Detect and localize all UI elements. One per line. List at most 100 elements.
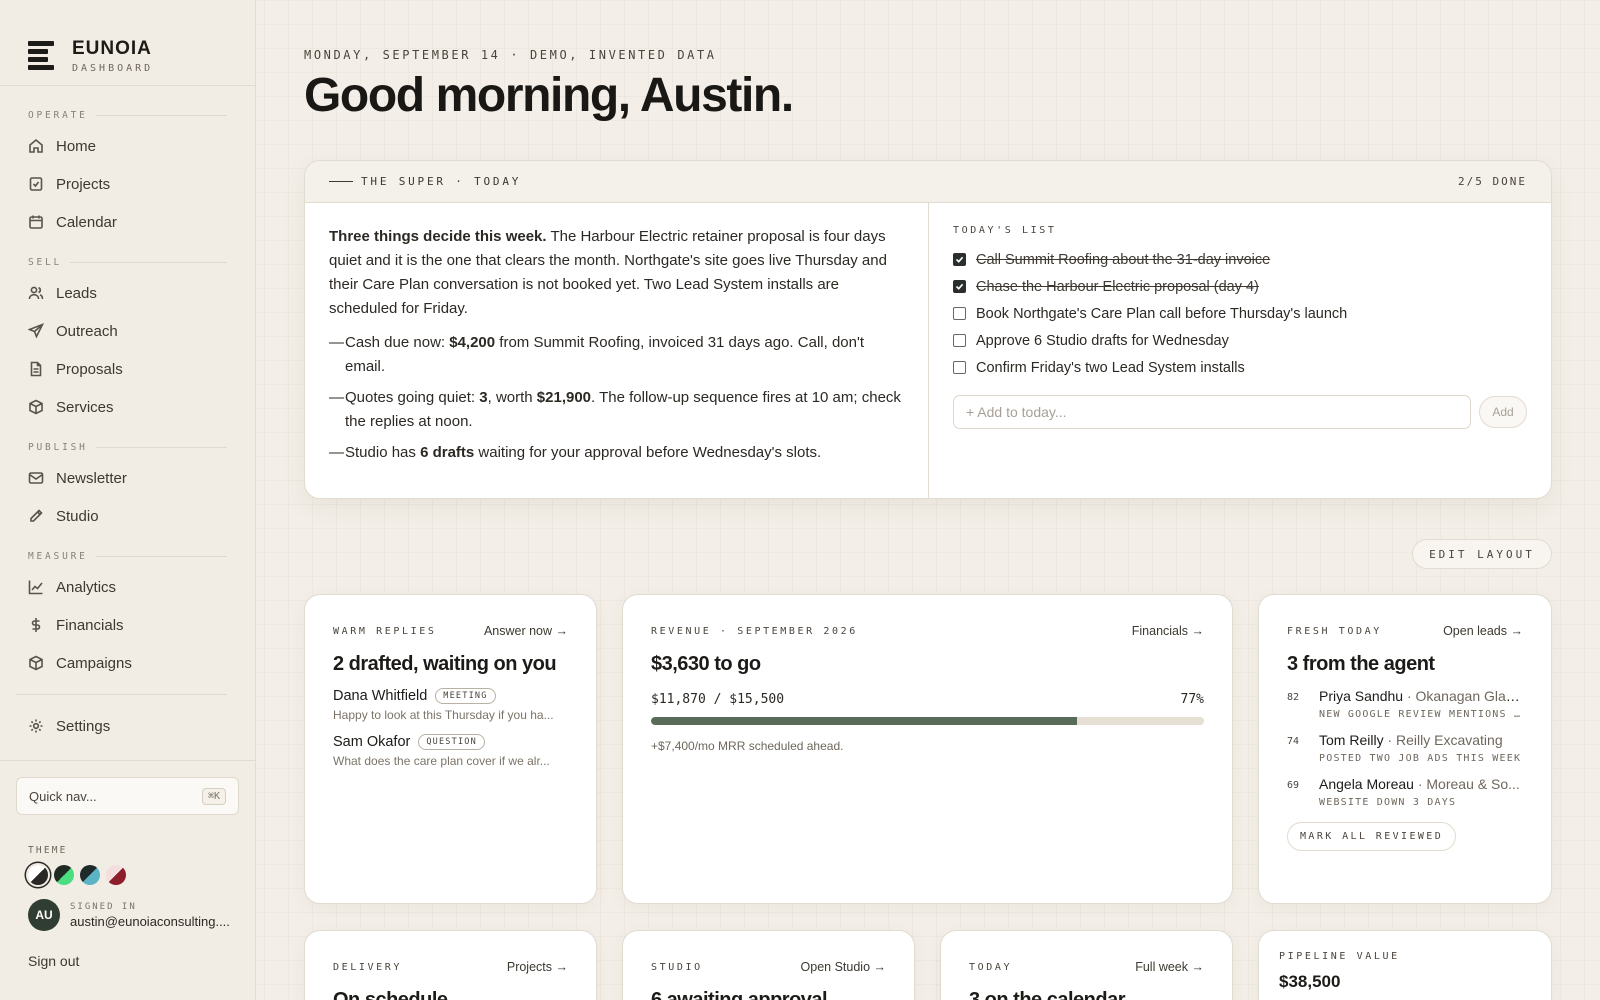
sidebar-item-label: Analytics [56, 578, 117, 596]
todo-item[interactable]: Call Summit Roofing about the 31-day inv… [953, 246, 1527, 273]
sidebar-item-label: Calendar [56, 213, 117, 231]
card-label: WARM REPLIES [333, 625, 437, 637]
card-label: TODAY [969, 961, 1013, 973]
card-label: DELIVERY [333, 961, 402, 973]
brand-name: EUNOIA [72, 37, 152, 59]
todo-text: Approve 6 Studio drafts for Wednesday [976, 332, 1229, 349]
page-title: Good morning, Austin. [304, 69, 794, 122]
briefing-lead: Three things decide this week. The Harbo… [329, 225, 904, 321]
todo-item[interactable]: Chase the Harbour Electric proposal (day… [953, 273, 1527, 300]
card-label: FRESH TODAY [1287, 625, 1382, 637]
reply-item[interactable]: Sam Okafor QUESTION What does the care pl… [333, 734, 568, 768]
sidebar-item-services[interactable]: Services [0, 388, 255, 426]
lead-item[interactable]: 74 Tom Reilly · Reilly Excavating POSTED… [1287, 732, 1523, 764]
theme-swatch-default[interactable] [28, 865, 48, 885]
theme-swatches [16, 865, 239, 885]
card-label: PIPELINE VALUE [1279, 951, 1400, 962]
checkbox[interactable] [953, 307, 966, 320]
answer-now-link[interactable]: Answer now → [484, 624, 568, 638]
reply-item[interactable]: Dana Whitfield MEETING Happy to look at t… [333, 688, 568, 722]
chart-icon [28, 580, 43, 595]
quick-nav-input[interactable]: Quick nav... ⌘K [16, 777, 239, 815]
checkbox-checked[interactable] [953, 280, 966, 293]
brand[interactable]: EUNOIA DASHBOARD [0, 0, 255, 86]
lead-name: Tom Reilly [1319, 732, 1384, 748]
mark-all-reviewed-button[interactable]: MARK ALL REVIEWED [1287, 822, 1457, 851]
lead-name: Priya Sandhu [1319, 688, 1404, 704]
sidebar-item-label: Campaigns [56, 654, 132, 672]
todo-item[interactable]: Book Northgate's Care Plan call before T… [953, 300, 1527, 327]
todo-text: Chase the Harbour Electric proposal (day… [976, 278, 1259, 295]
todo-item[interactable]: Confirm Friday's two Lead System install… [953, 354, 1527, 381]
sidebar-item-settings[interactable]: Settings [0, 707, 255, 745]
today-card: TODAY Full week → 3 on the calendar [940, 930, 1233, 1000]
theme-swatch-red[interactable] [106, 865, 126, 885]
brand-subtitle: DASHBOARD [72, 62, 154, 74]
lead-score: 74 [1287, 736, 1300, 747]
theme-swatch-green[interactable] [54, 865, 74, 885]
projects-link[interactable]: Projects → [507, 960, 568, 974]
lead-note: WEBSITE DOWN 3 DAYS [1319, 797, 1457, 808]
sidebar-item-label: Settings [56, 717, 111, 735]
dateline: MONDAY, SEPTEMBER 14 · DEMO, INVENTED DA… [304, 48, 717, 62]
theme-swatch-teal[interactable] [80, 865, 100, 885]
open-leads-link[interactable]: Open leads → [1443, 624, 1523, 638]
financials-link[interactable]: Financials → [1132, 624, 1204, 638]
user-profile[interactable]: AU SIGNED IN austin@eunoiaconsulting.... [28, 899, 239, 931]
briefing-lead-bold: Three things decide this week. [329, 228, 547, 245]
full-week-link[interactable]: Full week → [1135, 960, 1204, 974]
box-icon [29, 655, 43, 671]
sidebar-item-newsletter[interactable]: Newsletter [0, 459, 255, 497]
sidebar-item-financials[interactable]: Financials [0, 606, 255, 644]
edit-layout-button[interactable]: EDIT LAYOUT [1412, 539, 1552, 569]
briefing-bullet: — Quotes going quiet: 3, worth $21,900. T… [329, 389, 901, 430]
card-label: STUDIO [651, 961, 703, 973]
sidebar-item-label: Leads [56, 284, 97, 302]
pen-icon [30, 509, 43, 522]
revenue-amounts: $11,870 / $15,500 [651, 692, 785, 707]
lead-item[interactable]: 69 Angela Moreau · Moreau & So... WEBSIT… [1287, 776, 1523, 808]
theme-label: THEME [28, 845, 68, 856]
lead-score: 69 [1287, 780, 1300, 791]
sign-out-link[interactable]: Sign out [28, 953, 239, 969]
sidebar-item-projects[interactable]: Projects [0, 165, 255, 203]
sidebar-item-proposals[interactable]: Proposals [0, 350, 255, 388]
lead-company: · Reilly Excavating [1383, 732, 1503, 748]
sidebar-item-campaigns[interactable]: Campaigns [0, 644, 255, 682]
sidebar-item-analytics[interactable]: Analytics [0, 568, 255, 606]
checkbox-checked[interactable] [953, 253, 966, 266]
checklist-icon [29, 177, 43, 191]
open-studio-link[interactable]: Open Studio → [801, 960, 886, 974]
lead-item[interactable]: 82 Priya Sandhu · Okanagan Glas... NEW G… [1287, 688, 1523, 720]
quick-nav-placeholder: Quick nav... [29, 788, 97, 804]
reply-snippet: What does the care plan cover if we alr.… [333, 754, 550, 768]
sidebar-item-outreach[interactable]: Outreach [0, 312, 255, 350]
todo-item[interactable]: Approve 6 Studio drafts for Wednesday [953, 327, 1527, 354]
card-label: REVENUE · SEPTEMBER 2026 [651, 625, 858, 637]
sidebar-item-home[interactable]: Home [0, 127, 255, 165]
card-heading: 3 on the calendar [969, 989, 1126, 1000]
mail-icon [28, 472, 44, 484]
sidebar-item-calendar[interactable]: Calendar [0, 203, 255, 241]
sidebar-item-studio[interactable]: Studio [0, 497, 255, 535]
super-title-text: THE SUPER · TODAY [361, 175, 522, 188]
box-icon [29, 399, 43, 415]
reply-snippet: Happy to look at this Thursday if you ha… [333, 708, 554, 722]
sidebar-item-label: Studio [56, 507, 99, 525]
add-todo-button[interactable]: Add [1479, 396, 1527, 428]
reply-sender: Dana Whitfield [333, 688, 428, 704]
checkbox[interactable] [953, 361, 966, 374]
dollar-icon [31, 618, 41, 632]
reply-tag: MEETING [435, 688, 496, 704]
mrr-note: +$7,400/mo MRR scheduled ahead. [651, 739, 844, 753]
pipeline-value: $38,500 [1279, 972, 1341, 991]
revenue-amounts-row: $11,870 / $15,500 77% [651, 692, 1204, 707]
sidebar-item-label: Projects [56, 175, 111, 193]
add-todo-input[interactable] [953, 395, 1471, 429]
sidebar-item-leads[interactable]: Leads [0, 274, 255, 312]
signed-in-label: SIGNED IN [70, 901, 137, 912]
sidebar-item-label: Proposals [56, 360, 123, 378]
checkbox[interactable] [953, 334, 966, 347]
reply-tag: QUESTION [418, 734, 485, 750]
sidebar-item-label: Home [56, 137, 97, 155]
